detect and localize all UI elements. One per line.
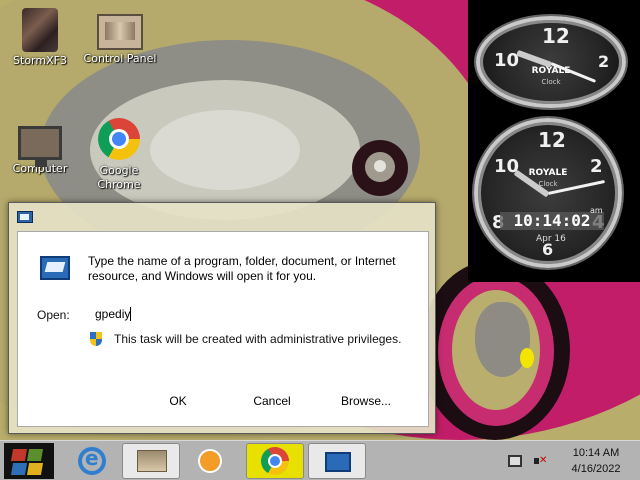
taskbar-file-explorer[interactable]: [122, 443, 180, 479]
wallpaper-shape: [520, 348, 534, 368]
desktop-icon-label: StormXF3: [13, 54, 67, 67]
desktop-icon-google-chrome[interactable]: Google Chrome: [80, 118, 158, 192]
clock-numeral: 12: [538, 128, 566, 152]
windows-logo-icon: [10, 463, 28, 475]
clock-brand: ROYALE: [531, 66, 571, 76]
system-tray: 10:14 AM 4/16/2022: [498, 441, 640, 480]
clock-gadget[interactable]: 12 10 2 8 6 4 ROYALE Clock 10:14:02 am A…: [474, 118, 622, 268]
desktop-icon-computer[interactable]: Computer: [0, 118, 80, 176]
control-panel-icon: [97, 14, 143, 50]
cancel-button[interactable]: Cancel: [234, 390, 310, 412]
taskbar-media-player[interactable]: [182, 443, 240, 479]
dialog-titlebar[interactable]: [9, 203, 435, 231]
windows-logo-icon: [26, 449, 44, 461]
run-dialog[interactable]: Type the name of a program, folder, docu…: [8, 202, 436, 434]
tray-date: 4/16/2022: [571, 463, 621, 475]
stormxf3-icon: [22, 8, 58, 52]
run-icon: [40, 256, 70, 280]
open-input[interactable]: gpediy: [88, 302, 416, 326]
admin-privileges-note: This task will be created with administr…: [114, 332, 402, 346]
media-player-icon: [198, 449, 222, 473]
chrome-icon: [261, 447, 289, 475]
taskbar: 10:14 AM 4/16/2022: [0, 440, 640, 480]
file-explorer-icon: [137, 450, 167, 472]
taskbar-run[interactable]: [308, 443, 366, 479]
browse-button[interactable]: Browse...: [328, 390, 404, 412]
desktop-icon-control-panel[interactable]: Control Panel: [80, 8, 160, 66]
desktop-icon-label: Control Panel: [83, 52, 157, 65]
wallpaper-shape: [150, 110, 300, 190]
open-label-text: Open:: [37, 308, 70, 322]
desktop-icon-label: Google Chrome: [97, 164, 141, 191]
network-icon[interactable]: [508, 455, 522, 467]
clock-digital-time: 10:14:02: [500, 212, 604, 230]
chrome-icon: [98, 118, 140, 160]
run-icon: [325, 452, 351, 472]
desktop-icon-stormxf3[interactable]: StormXF3: [0, 8, 80, 68]
computer-icon: [18, 126, 62, 167]
dialog-body: Type the name of a program, folder, docu…: [17, 231, 429, 427]
clock-numeral: 12: [542, 24, 570, 48]
volume-muted-icon[interactable]: [534, 455, 547, 467]
wallpaper-shape: [374, 160, 386, 172]
open-label: Open:: [37, 308, 70, 322]
start-button[interactable]: [4, 443, 54, 479]
windows-logo-icon: [10, 449, 28, 461]
ok-button[interactable]: OK: [140, 390, 216, 412]
clock-subbrand: Clock: [541, 78, 561, 86]
taskbar-google-chrome[interactable]: [246, 443, 304, 479]
internet-explorer-icon: [78, 446, 106, 475]
chrome-icon-wrap: [95, 118, 143, 162]
tray-time: 10:14 AM: [572, 447, 620, 459]
clock-gadget[interactable]: 12 10 2 ROYALE Clock: [476, 16, 626, 108]
clock-brand: ROYALE: [528, 168, 568, 178]
open-input-value: gpediy: [95, 307, 131, 321]
uac-shield-icon: [90, 332, 102, 346]
tray-clock[interactable]: 10:14 AM 4/16/2022: [558, 445, 634, 477]
run-title-icon: [17, 211, 33, 223]
taskbar-internet-explorer[interactable]: [66, 443, 124, 479]
clock-date: Apr 16: [536, 234, 566, 244]
text-caret: [130, 307, 132, 321]
run-description: Type the name of a program, folder, docu…: [88, 254, 396, 283]
windows-logo-icon: [26, 463, 44, 475]
clock-ampm: am: [590, 206, 603, 215]
